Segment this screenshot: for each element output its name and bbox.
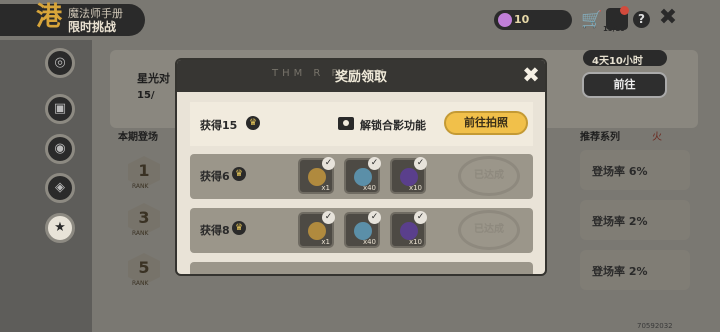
sidebar-item-target[interactable]: ◎	[45, 48, 75, 78]
check-icon: ✓	[368, 211, 381, 224]
footnote: 70592032	[637, 322, 673, 330]
rank-tag: RANK	[132, 280, 149, 287]
goto-button[interactable]: 前往	[582, 72, 667, 98]
reward-row-partial	[190, 262, 533, 274]
item-count: x1	[321, 184, 330, 192]
camera-icon	[338, 117, 354, 130]
check-icon: ✓	[414, 157, 427, 170]
sidebar-item-star-active[interactable]: ★	[45, 213, 75, 243]
modal-title: 奖励领取	[334, 70, 387, 85]
check-icon: ✓	[414, 211, 427, 224]
reward-row: 获得6 ♛ ✓ x1 ✓ x40 ✓ x10 已达成	[190, 154, 533, 199]
item-count: x40	[362, 184, 376, 192]
reward-row: 获得8 ♛ ✓ x1 ✓ x40 ✓ x10 已达成	[190, 208, 533, 253]
reward-item[interactable]: ✓ x1	[298, 157, 335, 194]
target-icon: ◎	[54, 55, 66, 70]
modal-close-icon[interactable]: ✖	[520, 64, 542, 86]
logo-title: 限时挑战	[68, 20, 117, 34]
character-icon: ◉	[54, 141, 66, 156]
event-title: 星光对	[137, 72, 170, 85]
rank-tag: RANK	[132, 230, 149, 237]
hat-icon: ♛	[232, 167, 246, 181]
check-icon: ✓	[322, 157, 335, 170]
completed-stamp: 已达成	[458, 156, 520, 196]
check-icon: ✓	[322, 211, 335, 224]
reward-label: 获得8	[200, 224, 230, 237]
reward-item[interactable]: ✓ x1	[298, 211, 335, 248]
gem-icon	[498, 13, 512, 27]
logo-glyph: 港	[36, 2, 63, 32]
reward-row-photo: 获得15 ♛ 解锁合影功能 前往拍照	[190, 102, 533, 146]
hat-icon: ♛	[232, 221, 246, 235]
star-icon: ★	[54, 220, 66, 235]
bag-count: 15/15	[603, 25, 626, 33]
gamepad-icon: ◈	[55, 180, 65, 195]
notification-dot	[620, 6, 629, 15]
help-icon[interactable]: ?	[633, 11, 650, 28]
rate-text: 登场率 6%	[592, 165, 648, 178]
event-timer: 4天10小时	[592, 56, 643, 67]
sidebar-item-gamepad[interactable]: ◈	[45, 173, 75, 203]
close-icon[interactable]: ✖	[657, 7, 679, 29]
hat-icon: ♛	[246, 116, 260, 130]
fire-badge: 火	[652, 132, 662, 143]
item-count: x1	[321, 238, 330, 246]
completed-stamp: 已达成	[458, 210, 520, 250]
photo-icon: ▣	[53, 101, 67, 116]
sidebar-item-character[interactable]: ◉	[45, 134, 75, 164]
event-progress: 15/	[137, 90, 155, 101]
goto-photo-button[interactable]: 前往拍照	[444, 111, 528, 135]
reward-label: 获得15	[200, 119, 238, 132]
section-title-right: 推荐系列	[580, 132, 620, 143]
reward-item[interactable]: ✓ x40	[344, 211, 381, 248]
cart-icon[interactable]: 🛒	[581, 10, 602, 30]
rank-tag: RANK	[132, 183, 149, 190]
currency-amount: 10	[514, 13, 530, 26]
rate-text: 登场率 2%	[592, 215, 648, 228]
check-icon: ✓	[368, 157, 381, 170]
rate-text: 登场率 2%	[592, 265, 648, 278]
unlock-text: 解锁合影功能	[360, 119, 426, 132]
sidebar-item-photo[interactable]: ▣	[45, 94, 75, 124]
item-count: x10	[408, 238, 422, 246]
section-title-left: 本期登场	[118, 132, 158, 143]
reward-item[interactable]: ✓ x40	[344, 157, 381, 194]
reward-item[interactable]: ✓ x10	[390, 211, 427, 248]
reward-item[interactable]: ✓ x10	[390, 157, 427, 194]
item-count: x10	[408, 184, 422, 192]
reward-label: 获得6	[200, 170, 230, 183]
reward-modal: THM R FXMAM 奖励领取 ✖ 获得15 ♛ 解锁合影功能 前往拍照 获得…	[175, 58, 547, 276]
item-count: x40	[362, 238, 376, 246]
